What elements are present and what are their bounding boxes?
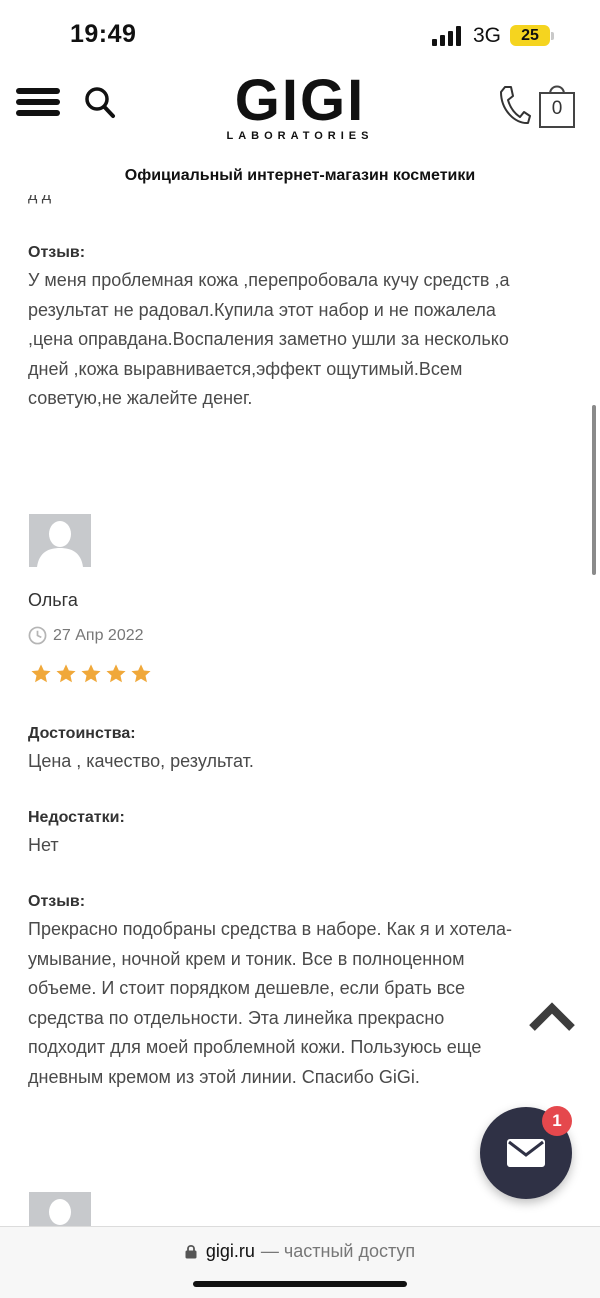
avatar xyxy=(29,514,91,567)
review-author: Ольга xyxy=(28,590,78,610)
logo[interactable]: GIGI LABORATORIES xyxy=(215,68,385,143)
rating-stars xyxy=(30,663,152,685)
notification-badge: 1 xyxy=(542,1106,572,1136)
battery-indicator: 25 xyxy=(510,25,550,46)
review-label: Отзыв: xyxy=(28,893,86,910)
search-icon[interactable] xyxy=(84,86,116,120)
home-indicator xyxy=(193,1281,407,1287)
scrollbar[interactable] xyxy=(592,405,596,575)
star-icon xyxy=(131,664,151,683)
review-date: 27 Апр 2022 xyxy=(53,626,144,644)
network-type: 3G xyxy=(473,24,502,47)
clock-icon xyxy=(28,626,47,645)
signal-icon xyxy=(432,26,461,46)
star-icon xyxy=(56,664,76,683)
logo-sub: LABORATORIES xyxy=(226,130,374,142)
review-date-row: 27 Апр 2022 xyxy=(28,626,144,645)
url-row[interactable]: gigi.ru — частный доступ xyxy=(0,1241,600,1262)
review-text: У меня проблемная кожа ,перепробовала ку… xyxy=(28,270,510,408)
status-time: 19:49 xyxy=(70,20,137,48)
logo-main: GIGI xyxy=(234,68,366,133)
clipped-text: д д xyxy=(28,195,52,204)
cons-label: Недостатки: xyxy=(28,809,125,826)
lock-icon xyxy=(185,1244,197,1259)
pros-label: Достоинства: xyxy=(28,725,136,742)
menu-icon[interactable] xyxy=(16,88,60,120)
site-tagline: Официальный интернет-магазин косметики xyxy=(124,167,476,184)
battery-tip xyxy=(551,32,554,40)
url-privacy: — частный доступ xyxy=(260,1241,416,1261)
phone-icon[interactable] xyxy=(497,84,531,126)
scroll-up-icon[interactable] xyxy=(528,1000,576,1032)
mail-icon xyxy=(507,1139,545,1167)
review-text: Прекрасно подобраны средства в наборе. К… xyxy=(28,919,513,1087)
cons-text: Нет xyxy=(28,835,59,855)
star-icon xyxy=(81,664,101,683)
cart-count: 0 xyxy=(551,98,563,119)
url-domain: gigi.ru xyxy=(205,1241,255,1261)
pros-text: Цена , качество, результат. xyxy=(28,751,254,771)
review-label: Отзыв: xyxy=(28,244,86,261)
star-icon xyxy=(106,664,126,683)
url-bar[interactable]: gigi.ru — частный доступ xyxy=(0,1226,600,1298)
star-icon xyxy=(31,664,51,683)
avatar xyxy=(29,1192,91,1228)
